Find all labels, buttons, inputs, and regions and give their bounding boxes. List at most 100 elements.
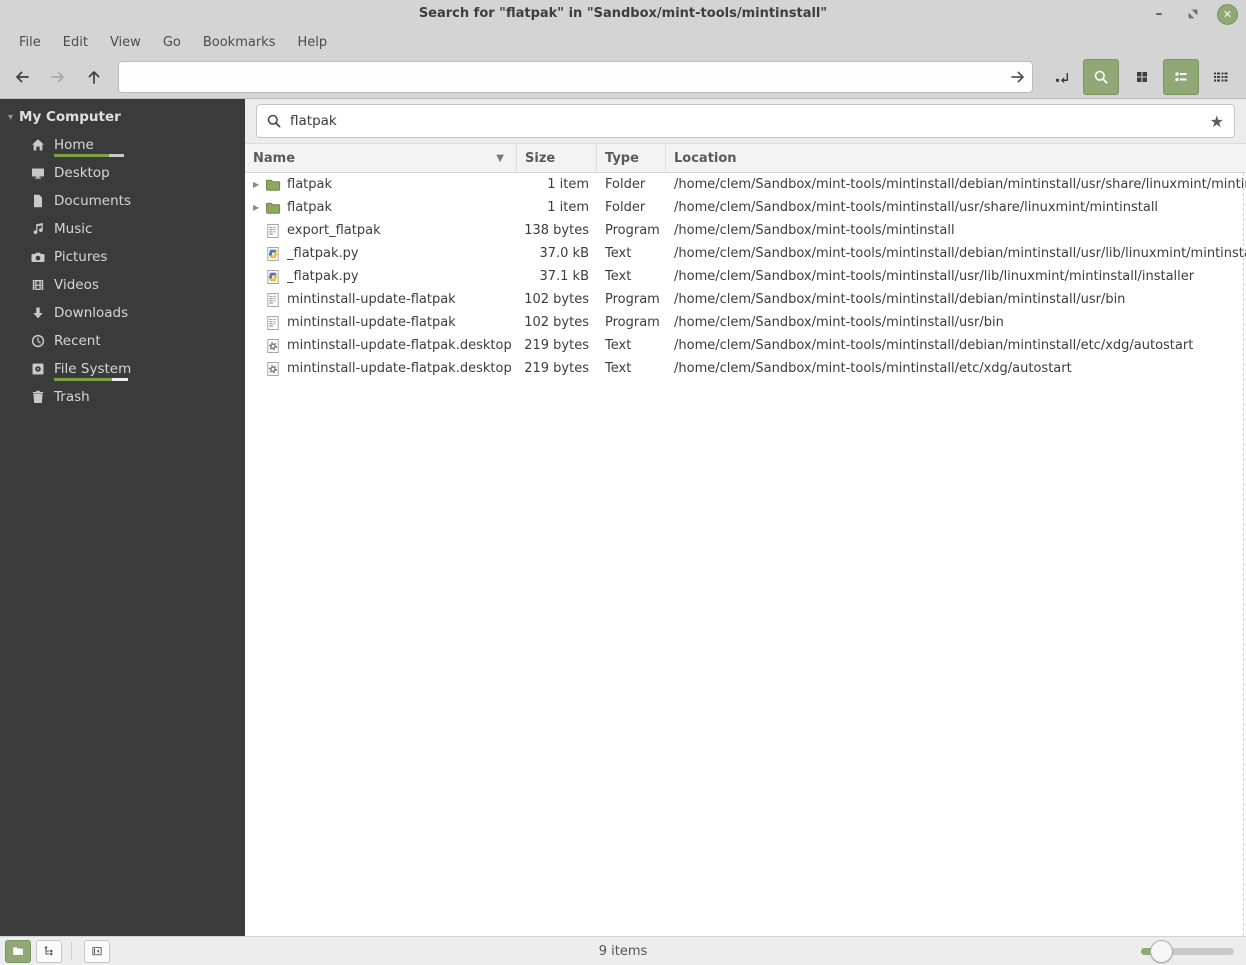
python-file-icon	[265, 269, 281, 285]
restore-button[interactable]	[1183, 4, 1203, 24]
table-row[interactable]: ▶ flatpak 1 item Folder /home/clem/Sandbo…	[245, 173, 1246, 196]
up-arrow-icon	[86, 69, 102, 85]
sidebar-item-label: Videos	[54, 277, 99, 293]
toggle-location-entry-button[interactable]	[1047, 60, 1077, 94]
script-file-icon	[265, 292, 281, 308]
file-size: 102 bytes	[524, 292, 589, 307]
file-name: _flatpak.py	[287, 269, 359, 284]
table-row[interactable]: export_flatpak 138 bytes Program /home/c…	[245, 219, 1246, 242]
up-button[interactable]	[76, 60, 112, 94]
file-list[interactable]: ▶ flatpak 1 item Folder /home/clem/Sandbo…	[245, 173, 1246, 936]
file-location: /home/clem/Sandbox/mint-tools/mintinstal…	[674, 361, 1072, 376]
sidebar-item-videos[interactable]: Videos	[0, 271, 245, 299]
list-view-button[interactable]	[1163, 59, 1199, 95]
file-type: Text	[605, 246, 632, 261]
back-button[interactable]	[4, 60, 40, 94]
file-type: Text	[605, 338, 632, 353]
column-header-name[interactable]: Name ▼	[245, 144, 517, 172]
search-input[interactable]	[288, 112, 1200, 130]
file-location: /home/clem/Sandbox/mint-tools/mintinstal…	[674, 177, 1246, 192]
expander-icon[interactable]: ▶	[253, 180, 265, 189]
sidebar-section-label: My Computer	[19, 109, 121, 125]
sidebar-item-recent[interactable]: Recent	[0, 327, 245, 355]
file-size: 102 bytes	[524, 315, 589, 330]
window-controls: – ✕	[1149, 0, 1238, 28]
forward-button[interactable]	[40, 60, 76, 94]
desktop-file-icon	[265, 338, 281, 354]
sidebar-section-my-computer[interactable]: ▾ My Computer	[0, 105, 245, 131]
menubar: File Edit View Go Bookmarks Help	[0, 28, 1246, 56]
column-header-location[interactable]: Location	[666, 144, 1246, 172]
table-row[interactable]: mintinstall-update-flatpak 102 bytes Pro…	[245, 311, 1246, 334]
search-entry[interactable]: ★	[256, 104, 1235, 138]
file-size: 138 bytes	[524, 223, 589, 238]
file-location: /home/clem/Sandbox/mint-tools/mintinstal…	[674, 315, 1004, 330]
table-row[interactable]: mintinstall-update-flatpak.desktop 219 b…	[245, 334, 1246, 357]
file-name: flatpak	[287, 200, 332, 215]
item-count: 9 items	[598, 943, 648, 959]
music-note-icon	[30, 221, 46, 237]
minimize-button[interactable]: –	[1149, 4, 1169, 24]
table-row[interactable]: ▶ flatpak 1 item Folder /home/clem/Sandbo…	[245, 196, 1246, 219]
table-row[interactable]: mintinstall-update-flatpak.desktop 219 b…	[245, 357, 1246, 380]
table-row[interactable]: mintinstall-update-flatpak 102 bytes Pro…	[245, 288, 1246, 311]
back-arrow-icon	[14, 69, 30, 85]
sidebar-item-music[interactable]: Music	[0, 215, 245, 243]
zoom-slider[interactable]	[1141, 937, 1234, 965]
desktop-icon	[30, 165, 46, 181]
sidebar-item-label: Documents	[54, 193, 131, 209]
close-button[interactable]: ✕	[1217, 3, 1238, 25]
search-toggle-button[interactable]	[1083, 59, 1119, 95]
sidebar-item-pictures[interactable]: Pictures	[0, 243, 245, 271]
menu-edit[interactable]: Edit	[52, 31, 99, 54]
document-icon	[30, 193, 46, 209]
file-type: Program	[605, 315, 660, 330]
icon-view-button[interactable]	[1127, 60, 1157, 94]
location-bar[interactable]	[118, 61, 1033, 93]
sidebar-item-label: Recent	[54, 333, 101, 349]
file-size: 219 bytes	[524, 361, 589, 376]
menu-go[interactable]: Go	[152, 31, 192, 54]
file-size: 1 item	[547, 200, 589, 215]
menu-bookmarks[interactable]: Bookmarks	[192, 31, 287, 54]
table-row[interactable]: _flatpak.py 37.1 kB Text /home/clem/Sand…	[245, 265, 1246, 288]
file-name: flatpak	[287, 177, 332, 192]
file-size: 1 item	[547, 177, 589, 192]
expander-icon[interactable]: ▶	[253, 203, 265, 212]
clock-icon	[30, 333, 46, 349]
compact-view-button[interactable]	[1205, 60, 1235, 94]
sidebar-item-downloads[interactable]: Downloads	[0, 299, 245, 327]
sidebar-item-label: Home	[54, 137, 94, 153]
sidebar-item-home[interactable]: Home	[0, 131, 245, 159]
file-location: /home/clem/Sandbox/mint-tools/mintinstal…	[674, 292, 1126, 307]
column-header-size[interactable]: Size	[517, 144, 597, 172]
file-type: Folder	[605, 177, 646, 192]
sidebar-item-label: Music	[54, 221, 93, 237]
disk-usage-bar	[54, 378, 128, 381]
titlebar[interactable]: Search for "flatpak" in "Sandbox/mint-to…	[0, 0, 1246, 28]
python-file-icon	[265, 246, 281, 262]
folder-icon	[265, 177, 281, 193]
sidebar-item-documents[interactable]: Documents	[0, 187, 245, 215]
sidebar-item-trash[interactable]: Trash	[0, 383, 245, 411]
sidebar-item-file-system[interactable]: File System	[0, 355, 245, 383]
statusbar: 9 items	[0, 936, 1246, 965]
menu-view[interactable]: View	[99, 31, 152, 54]
search-icon	[1093, 69, 1109, 85]
zoom-slider-handle[interactable]	[1150, 939, 1173, 963]
menu-help[interactable]: Help	[286, 31, 338, 54]
sidebar-item-label: File System	[54, 361, 132, 377]
disk-icon	[30, 361, 46, 377]
column-header-type[interactable]: Type	[597, 144, 666, 172]
table-row[interactable]: _flatpak.py 37.0 kB Text /home/clem/Sand…	[245, 242, 1246, 265]
favorite-star-icon[interactable]: ★	[1210, 112, 1224, 131]
menu-file[interactable]: File	[8, 31, 52, 54]
file-type: Text	[605, 269, 632, 284]
sidebar-item-label: Downloads	[54, 305, 129, 321]
main-pane: ★ Name ▼ Size Type Location ▶ flatpak 1 i…	[245, 99, 1246, 936]
zoom-slider-track[interactable]	[1141, 939, 1234, 963]
go-button[interactable]	[1004, 63, 1032, 91]
file-location: /home/clem/Sandbox/mint-tools/mintinstal…	[674, 269, 1195, 284]
location-input[interactable]	[119, 69, 1004, 85]
sidebar-item-desktop[interactable]: Desktop	[0, 159, 245, 187]
